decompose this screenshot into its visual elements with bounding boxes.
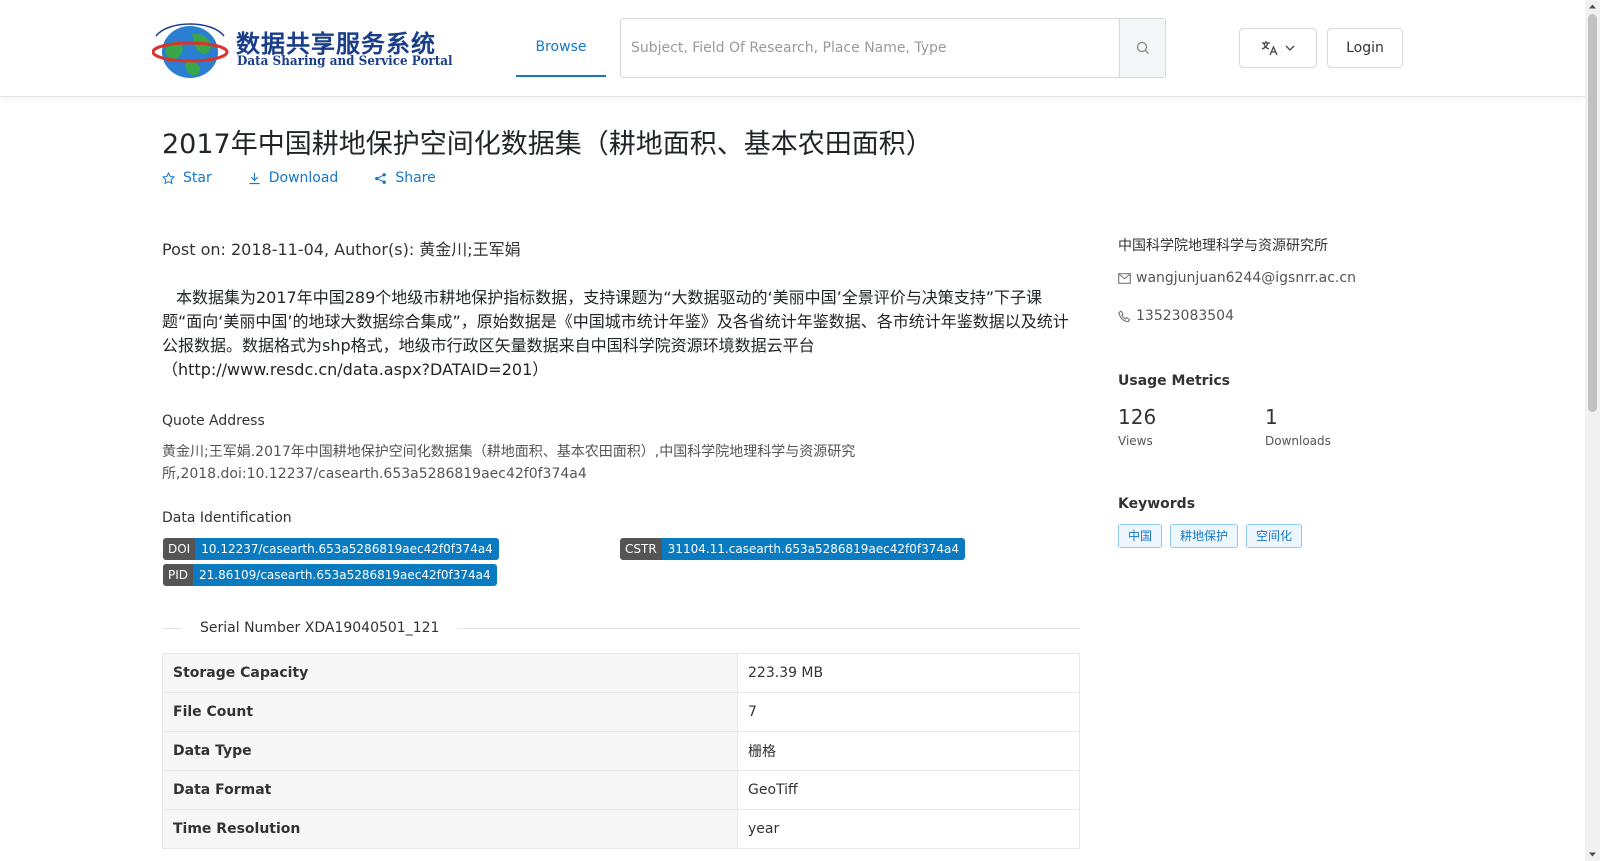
nav-browse-tab[interactable]: Browse — [516, 20, 606, 77]
share-button[interactable]: Share — [374, 170, 436, 186]
property-value: GeoTiff — [737, 770, 1080, 810]
share-label: Share — [395, 170, 436, 186]
keywords-heading: Keywords — [1118, 496, 1196, 512]
doi-badge[interactable]: DOI 10.12237/casearth.653a5286819aec42f0… — [163, 538, 499, 560]
table-row: Data Format GeoTiff — [162, 770, 1080, 810]
pid-badge-value: 21.86109/casearth.653a5286819aec42f0f374… — [193, 564, 497, 586]
property-value: year — [737, 809, 1080, 849]
cstr-badge[interactable]: CSTR 31104.11.casearth.653a5286819aec42f… — [620, 538, 966, 560]
dataset-description: 本数据集为2017年中国289个地级市耕地保护指标数据，支持课题为“大数据驱动的… — [162, 288, 1069, 379]
serial-number: Serial Number XDA19040501_121 — [182, 620, 458, 636]
table-row: Data Type 栅格 — [162, 731, 1080, 771]
mail-icon — [1118, 272, 1131, 284]
scroll-up-arrow-icon[interactable] — [1588, 2, 1597, 11]
table-row: File Count 7 — [162, 692, 1080, 732]
organization-name: 中国科学院地理科学与资源研究所 — [1118, 238, 1328, 254]
table-row: Time Resolution year — [162, 809, 1080, 849]
scroll-down-arrow-icon[interactable] — [1588, 850, 1597, 859]
contact-email[interactable]: wangjunjuan6244@igsnrr.ac.cn — [1118, 270, 1356, 286]
property-key: Storage Capacity — [162, 653, 738, 693]
keyword-tags: 中国 耕地保护 空间化 — [1118, 524, 1303, 548]
download-icon — [249, 172, 260, 184]
property-key: Time Resolution — [162, 809, 738, 849]
property-key: Data Format — [162, 770, 738, 810]
dataset-properties-table: Storage Capacity 223.39 MB File Count 7 … — [162, 653, 1080, 849]
property-key: File Count — [162, 692, 738, 732]
globe-logo-icon — [152, 23, 229, 78]
property-value: 7 — [737, 692, 1080, 732]
scrollbar-thumb[interactable] — [1588, 14, 1597, 412]
language-switch-button[interactable] — [1239, 28, 1317, 68]
doi-badge-key: DOI — [163, 538, 196, 560]
star-button[interactable]: Star — [162, 170, 212, 186]
chevron-down-icon — [1285, 45, 1295, 51]
pid-badge-key: PID — [163, 564, 194, 586]
downloads-count: 1 — [1265, 405, 1278, 429]
usage-metrics-heading: Usage Metrics — [1118, 373, 1230, 389]
top-header: 数据共享服务系统 Data Sharing and Service Portal… — [0, 0, 1585, 97]
phone-text: 13523083504 — [1136, 308, 1234, 324]
post-info: Post on: 2018-11-04, Author(s): 黄金川;王军娟 — [162, 240, 521, 259]
property-key: Data Type — [162, 731, 738, 771]
property-value: 栅格 — [737, 731, 1080, 771]
phone-icon — [1118, 309, 1131, 322]
search-input[interactable] — [621, 19, 1119, 77]
pid-badge[interactable]: PID 21.86109/casearth.653a5286819aec42f0… — [163, 564, 497, 586]
share-icon — [375, 172, 387, 184]
login-button[interactable]: Login — [1327, 28, 1403, 68]
star-icon — [162, 171, 175, 184]
quote-address-text: 黄金川;王军娟.2017年中国耕地保护空间化数据集（耕地面积、基本农田面积）,中… — [162, 444, 856, 482]
table-row: Storage Capacity 223.39 MB — [162, 653, 1080, 693]
search-icon — [1136, 41, 1149, 54]
search-bar — [620, 18, 1166, 78]
data-identification-label: Data Identification — [162, 510, 292, 526]
doi-badge-value: 10.12237/casearth.653a5286819aec42f0f374… — [195, 538, 499, 560]
logo-english-title: Data Sharing and Service Portal — [237, 54, 453, 69]
cstr-badge-value: 31104.11.casearth.653a5286819aec42f0f374… — [661, 538, 966, 560]
keyword-tag[interactable]: 空间化 — [1246, 524, 1303, 548]
views-label: Views — [1118, 434, 1153, 448]
download-label: Download — [268, 170, 339, 186]
views-count: 126 — [1118, 405, 1157, 429]
contact-phone: 13523083504 — [1118, 308, 1234, 324]
translate-icon — [1261, 41, 1278, 56]
quote-address-label: Quote Address — [162, 413, 265, 429]
downloads-label: Downloads — [1265, 434, 1331, 448]
keyword-tag[interactable]: 中国 — [1118, 524, 1163, 548]
property-value: 223.39 MB — [737, 653, 1080, 693]
email-text: wangjunjuan6244@igsnrr.ac.cn — [1136, 270, 1356, 286]
dataset-title: 2017年中国耕地保护空间化数据集（耕地面积、基本农田面积） — [162, 129, 933, 160]
search-button[interactable] — [1119, 19, 1165, 77]
download-button[interactable]: Download — [248, 170, 339, 186]
cstr-badge-key: CSTR — [620, 538, 662, 560]
star-label: Star — [183, 170, 212, 186]
dataset-actions: Star Download Share — [162, 170, 472, 186]
page-scrollbar[interactable] — [1585, 0, 1600, 861]
site-logo[interactable]: 数据共享服务系统 Data Sharing and Service Portal — [152, 18, 453, 80]
keyword-tag[interactable]: 耕地保护 — [1170, 524, 1239, 548]
